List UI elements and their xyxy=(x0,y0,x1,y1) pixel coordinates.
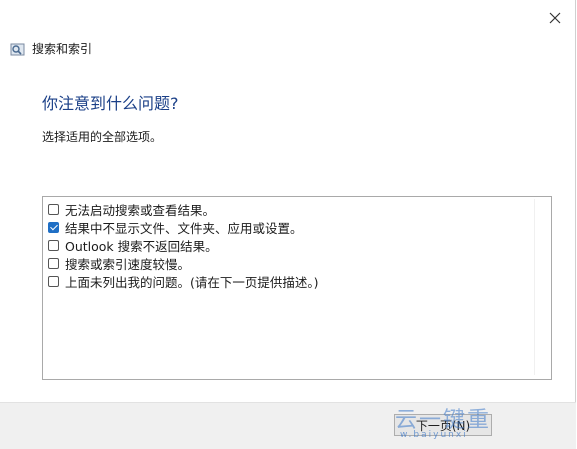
options-list: 无法启动搜索或查看结果。 结果中不显示文件、文件夹、应用或设置。 Outlook… xyxy=(42,196,552,380)
page-subtitle: 选择适用的全部选项。 xyxy=(42,130,163,144)
option-label: 无法启动搜索或查看结果。 xyxy=(65,202,216,218)
option-label: Outlook 搜索不返回结果。 xyxy=(65,238,218,254)
close-icon xyxy=(549,12,561,24)
option-not-listed[interactable]: 上面未列出我的问题。(请在下一页提供描述。) xyxy=(48,272,319,290)
option-missing-results[interactable]: 结果中不显示文件、文件夹、应用或设置。 xyxy=(48,218,303,236)
option-label: 搜索或索引速度较慢。 xyxy=(65,256,191,272)
title-bar: 搜索和索引 xyxy=(10,40,92,57)
option-outlook-search[interactable]: Outlook 搜索不返回结果。 xyxy=(48,236,218,254)
option-label: 结果中不显示文件、文件夹、应用或设置。 xyxy=(65,220,303,236)
checkbox[interactable] xyxy=(48,239,59,251)
checkbox[interactable] xyxy=(48,275,59,287)
option-search-fails[interactable]: 无法启动搜索或查看结果。 xyxy=(48,200,215,218)
checkbox-checked[interactable] xyxy=(48,221,59,233)
search-index-icon xyxy=(10,43,25,55)
next-page-button[interactable]: 下一页(N) xyxy=(394,414,492,436)
option-label: 上面未列出我的问题。(请在下一页提供描述。) xyxy=(65,274,319,290)
list-scrollbar[interactable] xyxy=(534,199,549,375)
checkbox[interactable] xyxy=(48,257,59,269)
checkbox[interactable] xyxy=(48,203,59,215)
close-button[interactable] xyxy=(543,6,567,30)
window-title: 搜索和索引 xyxy=(32,42,93,56)
page-heading: 你注意到什么问题? xyxy=(42,94,179,113)
option-slow-indexing[interactable]: 搜索或索引速度较慢。 xyxy=(48,254,190,272)
dialog-window: 搜索和索引 你注意到什么问题? 选择适用的全部选项。 无法启动搜索或查看结果。 … xyxy=(0,0,576,449)
